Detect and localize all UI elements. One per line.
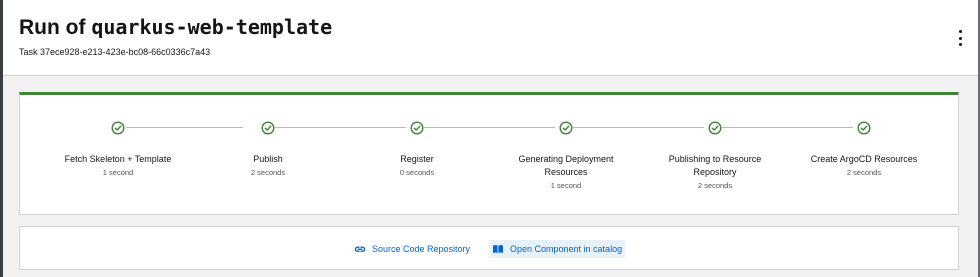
kebab-dot <box>958 43 962 46</box>
task-id: Task 37ece928-e213-423e-bc08-66c0336c7a4… <box>19 47 211 57</box>
step-duration: 2 seconds <box>846 168 882 177</box>
step-duration: 1 second <box>102 168 134 177</box>
page-title: Run of quarkus-web-template <box>19 15 332 40</box>
step-connector <box>722 127 853 128</box>
step-label: Fetch Skeleton + Template <box>64 154 172 164</box>
step-generating-deployment[interactable]: Generating Deployment Resources 1 second <box>496 153 636 191</box>
page-title-prefix: Run of <box>19 16 92 39</box>
step-fetch-skeleton[interactable]: Fetch Skeleton + Template 1 second <box>48 153 188 178</box>
open-component-catalog-link[interactable]: Open Component in catalog <box>489 240 626 258</box>
check-circle-icon <box>111 121 125 135</box>
check-circle-icon <box>857 121 871 135</box>
page-header: Run of quarkus-web-template Task 37ece92… <box>3 0 978 76</box>
step-connector <box>573 127 704 128</box>
link-icon <box>354 246 366 252</box>
source-code-repository-link[interactable]: Source Code Repository <box>351 240 473 258</box>
step-connector <box>275 127 406 128</box>
step-connector <box>126 127 243 128</box>
output-links-panel: Source Code Repository Open Component in… <box>19 226 959 270</box>
check-circle-icon <box>261 121 275 135</box>
step-duration: 1 second <box>550 181 582 190</box>
template-name: quarkus-web-template <box>91 15 333 39</box>
catalog-icon <box>493 245 503 254</box>
kebab-dot <box>958 30 962 33</box>
step-label: Publishing to Resource Repository <box>668 154 762 177</box>
step-register[interactable]: Register 0 seconds <box>347 153 487 178</box>
kebab-dot <box>958 36 962 40</box>
check-circle-icon <box>559 121 573 135</box>
step-duration: 2 seconds <box>250 168 286 177</box>
step-publish[interactable]: Publish 2 seconds <box>198 153 338 178</box>
link-label: Source Code Repository <box>372 244 471 254</box>
step-label: Generating Deployment Resources <box>518 154 614 177</box>
step-create-argocd[interactable]: Create ArgoCD Resources 2 seconds <box>794 153 934 178</box>
link-label: Open Component in catalog <box>510 244 623 254</box>
check-circle-icon <box>410 121 424 135</box>
step-duration: 0 seconds <box>399 168 435 177</box>
step-label: Register <box>400 154 434 164</box>
step-connector <box>424 127 555 128</box>
step-publishing-resource-repo[interactable]: Publishing to Resource Repository 2 seco… <box>645 153 785 191</box>
step-label: Create ArgoCD Resources <box>810 154 918 164</box>
kebab-menu-icon[interactable] <box>956 30 964 46</box>
check-circle-icon <box>708 121 722 135</box>
task-steps-panel: Fetch Skeleton + Template 1 second Publi… <box>19 92 959 215</box>
step-label: Publish <box>253 154 283 164</box>
step-duration: 2 seconds <box>697 181 733 190</box>
